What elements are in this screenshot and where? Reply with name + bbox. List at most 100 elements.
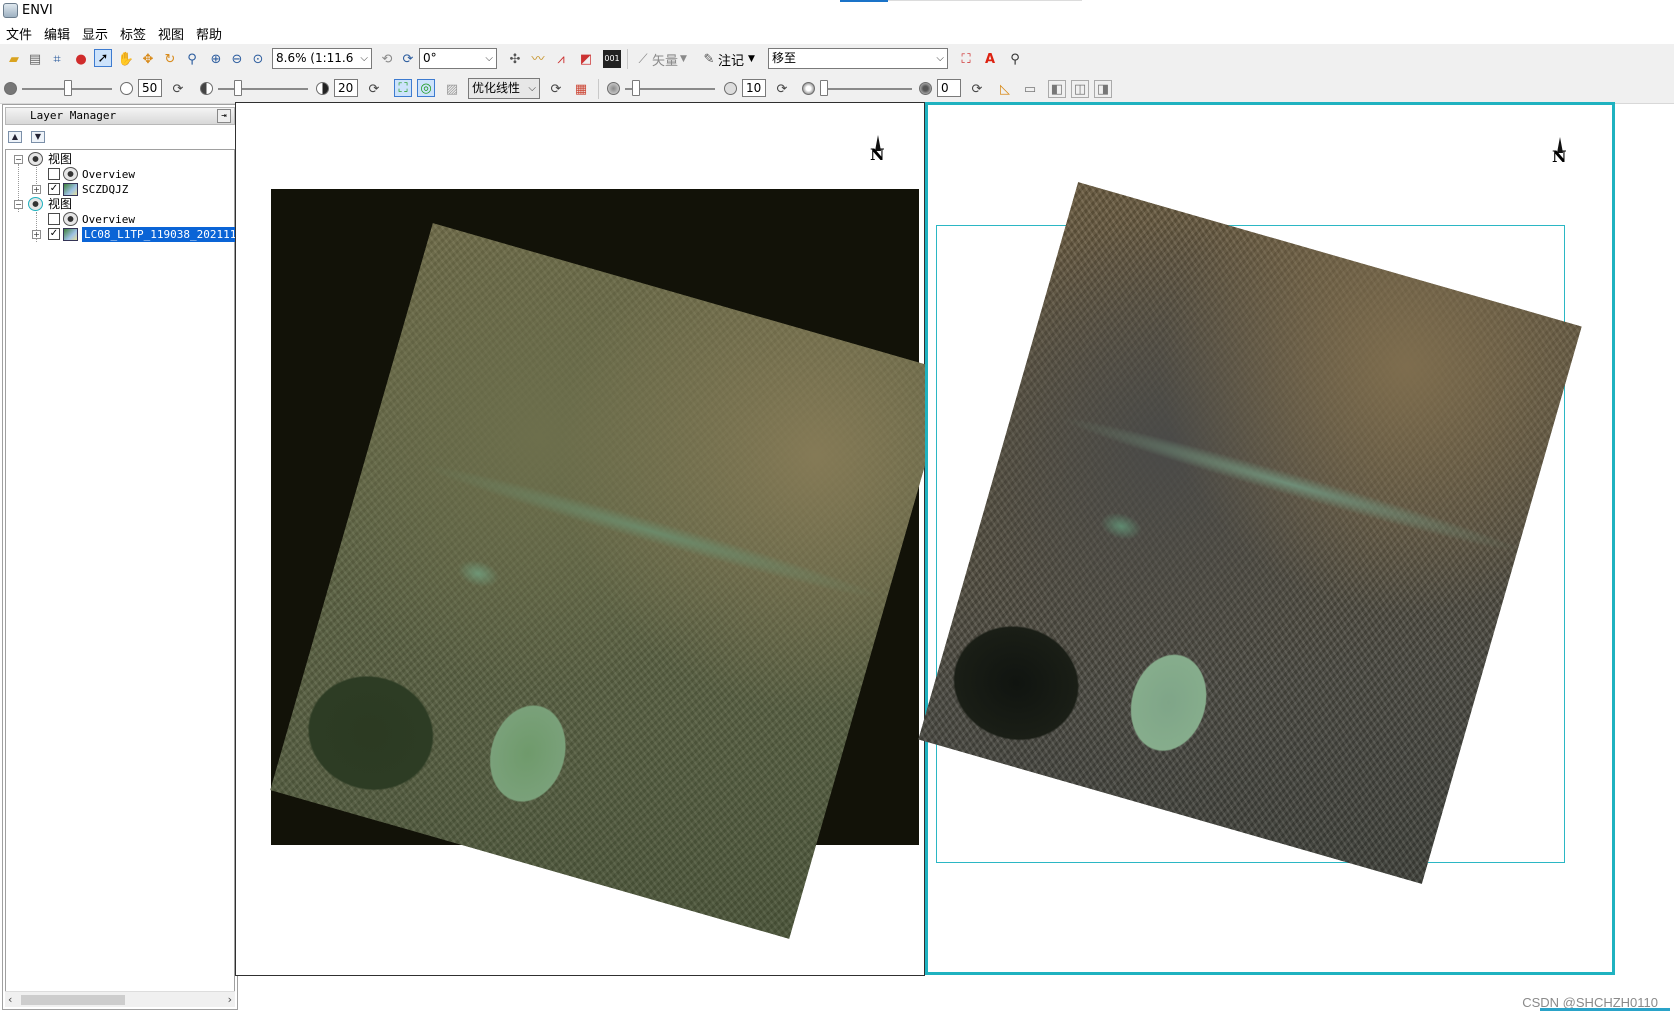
move-up-icon[interactable]: ▲: [8, 131, 22, 143]
pan-hand-icon[interactable]: ✋: [117, 50, 135, 68]
sharpen-value-field[interactable]: 10: [742, 79, 766, 97]
menu-label[interactable]: 标签: [120, 24, 146, 43]
zoom-level-select[interactable]: 8.6% (1:11.6 ⌵: [272, 48, 372, 69]
search-icon[interactable]: ⚲: [1006, 50, 1024, 68]
portal-icon[interactable]: ▭: [1021, 80, 1039, 98]
toolbar-separator: [627, 49, 628, 69]
satellite-image-sczdqjz[interactable]: [270, 223, 952, 939]
sharpen-high-icon: [724, 82, 737, 95]
tree-overview-1[interactable]: Overview: [6, 167, 234, 182]
tree-layer-lc08[interactable]: + ✓ LC08_L1TP_119038_20211114_: [6, 227, 259, 242]
text-annotation-icon[interactable]: A: [981, 50, 999, 68]
image-view-right[interactable]: N: [918, 102, 1615, 975]
scroll-right-icon[interactable]: ›: [228, 993, 232, 1006]
transparency-slider-thumb[interactable]: [820, 80, 828, 96]
rotate-right-icon[interactable]: ⟳: [399, 50, 417, 68]
fly-icon[interactable]: ✥: [139, 50, 157, 68]
clipboard-icon[interactable]: ▤: [26, 50, 44, 68]
annotation-menu[interactable]: 注记: [718, 50, 744, 69]
eye-icon: [63, 167, 78, 181]
expand-icon[interactable]: +: [32, 230, 41, 239]
brightness-slider-thumb[interactable]: [64, 80, 72, 96]
title-bar: ENVI: [0, 0, 1674, 22]
contrast-value-field[interactable]: 20: [334, 79, 358, 97]
stretch-type-select[interactable]: 优化线性 ⌵: [468, 78, 540, 99]
north-arrow-icon: N: [1550, 137, 1570, 167]
scrollbar-thumb[interactable]: [21, 995, 125, 1005]
eye-icon[interactable]: [28, 197, 43, 211]
plot-icon[interactable]: ⩘: [552, 50, 570, 68]
tree-layer-sczdqjz[interactable]: + ✓ SCZDQJZ: [6, 182, 234, 197]
sczdqjz-checkbox[interactable]: ✓: [48, 183, 60, 195]
overview-2-checkbox[interactable]: [48, 213, 60, 225]
eye-icon[interactable]: [28, 152, 43, 166]
histogram-icon[interactable]: ▨: [443, 80, 461, 98]
rotate-icon[interactable]: ↻: [161, 50, 179, 68]
layer-tree-hscrollbar[interactable]: ‹ ›: [5, 991, 235, 1007]
measure-icon[interactable]: ◺: [996, 80, 1014, 98]
overview-1-checkbox[interactable]: [48, 168, 60, 180]
scroll-left-icon[interactable]: ‹: [8, 993, 12, 1006]
spectral-profile-icon[interactable]: 〰: [529, 50, 547, 68]
sharpen-slider-thumb[interactable]: [632, 80, 640, 96]
raster-layer-icon: [63, 183, 78, 196]
tree-view-1[interactable]: − 视图: [6, 152, 234, 167]
contrast-slider-thumb[interactable]: [234, 80, 242, 96]
menu-help[interactable]: 帮助: [196, 24, 222, 43]
contrast-high-icon: [316, 82, 329, 95]
zoom-full-icon[interactable]: ⊙: [249, 50, 267, 68]
north-label: N: [1552, 147, 1567, 166]
go-icon[interactable]: ⛶: [957, 50, 975, 68]
refresh-icon[interactable]: ⟳: [169, 80, 187, 98]
layer-manager-header: Layer Manager ⇥: [5, 107, 235, 125]
pin-icon[interactable]: ●: [72, 50, 90, 68]
goto-input[interactable]: 移至 ⌵: [768, 48, 948, 69]
select-arrow-icon[interactable]: ➚: [94, 49, 112, 67]
menu-file[interactable]: 文件: [6, 24, 32, 43]
menu-bar: 文件 编辑 显示 标签 视图 帮助: [0, 22, 1674, 43]
cursor-value-icon[interactable]: 001: [603, 50, 621, 68]
crosshair-icon[interactable]: ✣: [506, 50, 524, 68]
image-view-left[interactable]: N: [235, 102, 952, 976]
refresh-icon[interactable]: ⟳: [547, 80, 565, 98]
color-table-icon[interactable]: ▦: [572, 80, 590, 98]
title-divider: [888, 0, 1082, 1]
zoom-icon[interactable]: ⚲: [183, 50, 201, 68]
refresh-icon[interactable]: ⟳: [968, 80, 986, 98]
collapse-icon[interactable]: −: [14, 200, 23, 209]
collapse-icon[interactable]: −: [14, 155, 23, 164]
open-folder-icon[interactable]: ▰: [5, 50, 23, 68]
eye-icon: [63, 212, 78, 226]
menu-edit[interactable]: 编辑: [44, 24, 70, 43]
data-extent-icon[interactable]: ◎: [417, 79, 435, 97]
vector-icon[interactable]: ⟋: [634, 50, 652, 68]
rotate-left-icon[interactable]: ⟲: [378, 50, 396, 68]
vector-menu[interactable]: 矢量: [652, 50, 678, 69]
lc08-checkbox[interactable]: ✓: [48, 228, 60, 240]
swipe-icon[interactable]: ◧: [1048, 80, 1066, 98]
transparency-slider-track[interactable]: [820, 88, 912, 90]
rotation-select[interactable]: 0° ⌵: [419, 48, 497, 69]
crop-icon[interactable]: ⌗: [48, 50, 66, 68]
zoom-out-icon[interactable]: ⊖: [228, 50, 246, 68]
menu-display[interactable]: 显示: [82, 24, 108, 43]
contrast-slider-track[interactable]: [218, 88, 308, 90]
brightness-value-field[interactable]: 50: [138, 79, 162, 97]
zoom-in-icon[interactable]: ⊕: [207, 50, 225, 68]
transparency-value-field[interactable]: 0: [937, 79, 961, 97]
toolbar-separator: [598, 79, 599, 99]
move-down-icon[interactable]: ▼: [31, 131, 45, 143]
menu-view[interactable]: 视图: [158, 24, 184, 43]
tree-overview-2[interactable]: Overview: [6, 212, 234, 227]
blend-icon[interactable]: ◨: [1094, 80, 1112, 98]
full-extent-icon[interactable]: ⛶: [394, 79, 412, 97]
pin-panel-icon[interactable]: ⇥: [217, 109, 231, 123]
refresh-icon[interactable]: ⟳: [773, 80, 791, 98]
refresh-icon[interactable]: ⟳: [365, 80, 383, 98]
roi-icon[interactable]: ◩: [577, 50, 595, 68]
expand-icon[interactable]: +: [32, 185, 41, 194]
tree-view-2[interactable]: − 视图: [6, 197, 234, 212]
enhancement-toolbar: 50 ⟳ 20 ⟳ ⛶ ◎ ▨ 优化线性 ⌵ ⟳ ▦ 10 ⟳ 0 ⟳ ◺ ▭ ◧…: [0, 74, 1674, 104]
flicker-icon[interactable]: ◫: [1071, 80, 1089, 98]
annotation-icon[interactable]: ✎: [700, 50, 718, 68]
